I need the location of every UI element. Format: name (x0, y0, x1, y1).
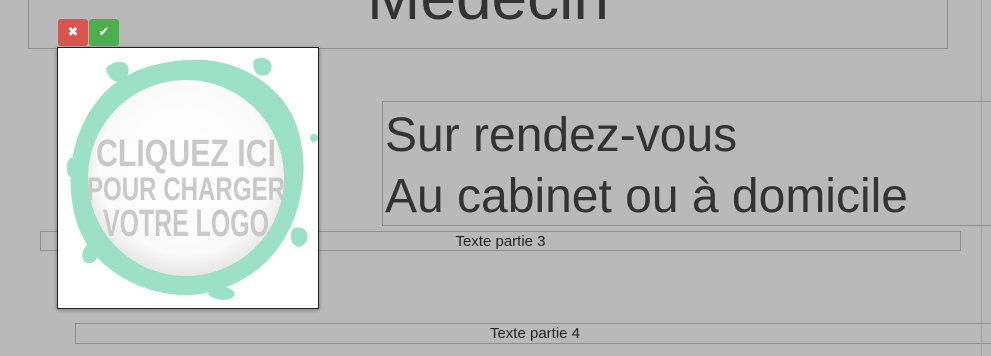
subtitle-line-1: Sur rendez-vous (385, 109, 738, 162)
title-box[interactable]: Médecin (28, 0, 948, 49)
check-icon: ✔ (98, 25, 110, 40)
logo-placeholder-image: CLIQUEZ ICI POUR CHARGER VOTRE LOGO (66, 57, 318, 300)
text-part-4: Texte partie 4 (489, 325, 581, 342)
logo-upload-area[interactable]: CLIQUEZ ICI POUR CHARGER VOTRE LOGO (57, 47, 319, 309)
subtitle-box[interactable]: Sur rendez-vous Au cabinet ou à domicile (382, 101, 991, 226)
page-title: Médecin (29, 0, 947, 37)
logo-placeholder-line-1: CLIQUEZ ICI (96, 133, 276, 175)
logo-placeholder-line-3: VOTRE LOGO (103, 203, 269, 245)
text-part-4-box[interactable]: Texte partie 4 (75, 323, 991, 344)
close-icon: ✖ (67, 25, 79, 40)
logo-placeholder-line-2: POUR CHARGER (87, 171, 285, 207)
confirm-button[interactable]: ✔ (89, 19, 119, 46)
cancel-button[interactable]: ✖ (58, 19, 88, 46)
subtitle-line-2: Au cabinet ou à domicile (385, 170, 908, 223)
